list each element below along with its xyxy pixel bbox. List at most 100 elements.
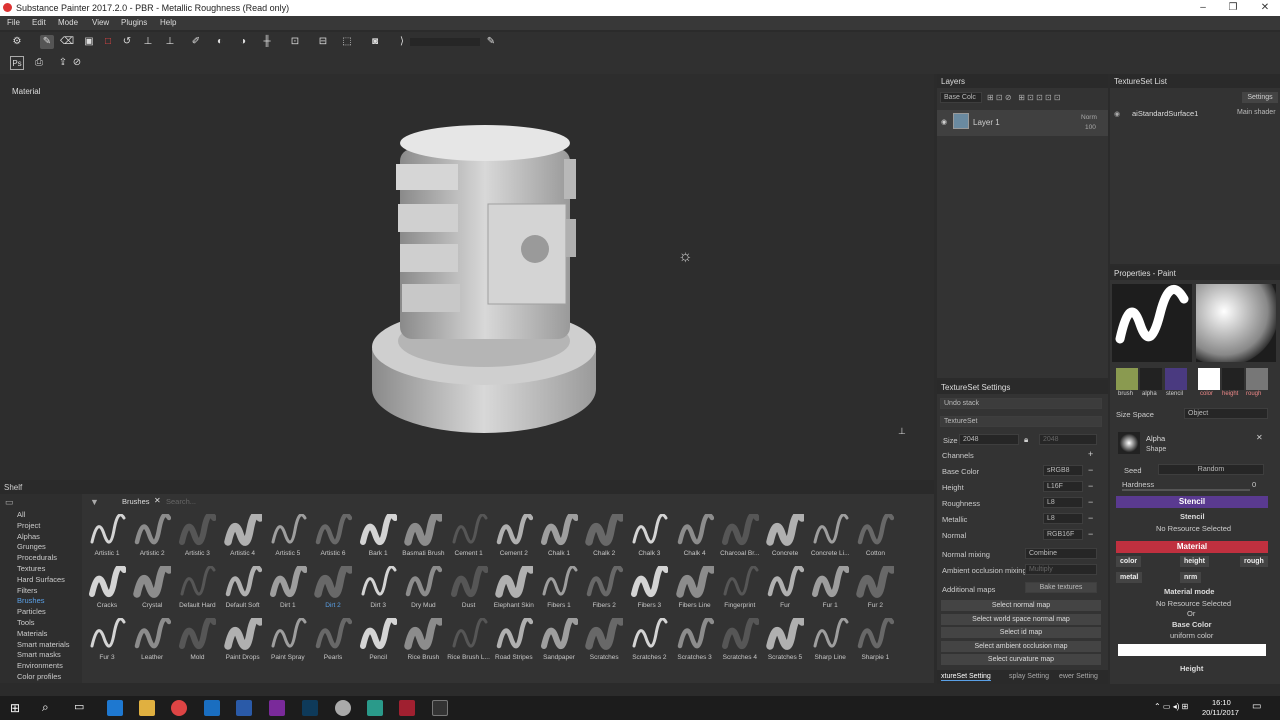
shelf-category-all[interactable]: All <box>17 510 25 519</box>
brush-item[interactable]: Dirt 3 <box>355 564 401 612</box>
brush-item[interactable]: Pearls <box>310 616 356 664</box>
height-tab[interactable]: height <box>1222 391 1238 397</box>
select-map-button[interactable]: Select curvature map <box>941 654 1101 665</box>
paint-brush-icon[interactable]: ✎ <box>40 35 54 49</box>
eyedropper-icon[interactable]: ✐ <box>189 35 203 49</box>
menu-file[interactable]: File <box>7 18 20 27</box>
filter-chip[interactable]: Brushes <box>122 497 150 506</box>
brush-item[interactable]: Artistic 4 <box>220 511 266 560</box>
shelf-search-input[interactable]: Search... <box>166 497 196 506</box>
bake-textures-button[interactable]: Bake textures <box>1025 582 1097 593</box>
eraser-icon[interactable]: ⌫ <box>60 35 74 49</box>
maximize-icon[interactable]: ❐ <box>1218 1 1248 15</box>
maya-icon[interactable] <box>367 700 383 716</box>
textureset-item[interactable]: aiStandardSurface1 <box>1132 109 1198 118</box>
polygon-fill-icon[interactable]: □ <box>101 35 115 49</box>
filter-icon[interactable]: ▼ <box>90 497 99 507</box>
size-space-dropdown[interactable]: Object <box>1184 408 1268 419</box>
viewport-3d[interactable]: Material ☼ ⊥ <box>0 74 934 480</box>
brush-item[interactable]: Cement 1 <box>446 512 492 560</box>
pen-icon[interactable]: ✎ <box>484 35 498 49</box>
minimize-icon[interactable]: – <box>1188 1 1218 15</box>
3d-model[interactable] <box>360 119 600 439</box>
render-icon[interactable]: ◙ <box>368 35 382 49</box>
rough-tab[interactable]: rough <box>1246 391 1261 397</box>
app-taskbar-icon[interactable] <box>335 700 351 716</box>
menu-help[interactable]: Help <box>160 18 176 27</box>
search-icon[interactable]: ⌕ <box>42 700 49 715</box>
select-map-button[interactable]: Select ambient occlusion map <box>941 640 1101 652</box>
select-map-button[interactable]: Select world space normal map <box>941 613 1101 625</box>
layer-row[interactable]: ◉ Layer 1 Norm 100 <box>937 110 1108 136</box>
alpha-tab-icon[interactable] <box>1140 368 1162 390</box>
shelf-category-smart-masks[interactable]: Smart masks <box>17 650 61 659</box>
brush-item[interactable]: Sharp Line <box>807 616 853 664</box>
shelf-category-particles[interactable]: Particles <box>17 607 46 616</box>
new-folder-icon[interactable]: ▭ <box>5 497 14 508</box>
brush-item[interactable]: Fibers 1 <box>536 564 582 612</box>
tab-display-settings[interactable]: splay Setting <box>1009 673 1049 680</box>
menu-view[interactable]: View <box>92 18 109 27</box>
brush-item[interactable]: Rice Brush <box>400 615 446 664</box>
view-icon[interactable]: ⊟ <box>316 35 330 49</box>
textureset-bar[interactable]: TextureSet <box>940 416 1102 427</box>
brush-item[interactable]: Crystal <box>129 563 175 612</box>
brush-item[interactable]: Pencil <box>355 616 401 664</box>
channel-format-dropdown[interactable]: L16F <box>1043 481 1083 492</box>
brush-item[interactable]: Scratches <box>581 615 627 664</box>
brush-item[interactable]: Concrete Li... <box>807 512 853 560</box>
stencil-tab-icon[interactable] <box>1165 368 1187 390</box>
notification-icon[interactable]: ▭ <box>1252 701 1261 712</box>
shelf-category-filters[interactable]: Filters <box>17 586 37 595</box>
clone-icon[interactable]: ⊥ <box>141 35 155 49</box>
brush-item[interactable]: Fur 1 <box>807 564 853 612</box>
menu-plugins[interactable]: Plugins <box>121 18 147 27</box>
brush-item[interactable]: Concrete <box>762 511 808 560</box>
brush-item[interactable]: Leather <box>129 616 175 664</box>
shelf-category-alphas[interactable]: Alphas <box>17 532 40 541</box>
outlook-icon[interactable] <box>204 700 220 716</box>
brush-item[interactable]: Fibers 2 <box>581 564 627 612</box>
hardness-value[interactable]: 0 <box>1252 480 1256 489</box>
photoshop-taskbar-icon[interactable] <box>302 700 318 716</box>
brush-item[interactable]: Basmati Brush <box>400 511 446 560</box>
shelf-category-brushes[interactable]: Brushes <box>17 596 45 605</box>
select-map-button[interactable]: Select normal map <box>941 600 1101 611</box>
shelf-category-hard-surfaces[interactable]: Hard Surfaces <box>17 575 65 584</box>
channel-format-dropdown[interactable]: L8 <box>1043 513 1083 524</box>
taskbar-date[interactable]: 20/11/2017 <box>1202 708 1239 717</box>
brush-item[interactable]: Artistic 1 <box>84 512 130 560</box>
shelf-category-procedurals[interactable]: Procedurals <box>17 553 57 562</box>
brush-item[interactable]: Fibers 3 <box>626 564 672 612</box>
shader-label[interactable]: Main shader <box>1237 109 1276 116</box>
menu-edit[interactable]: Edit <box>32 18 46 27</box>
toolbar-field[interactable] <box>410 38 480 46</box>
brush-item[interactable]: Fur 2 <box>852 563 898 612</box>
shelf-category-environments[interactable]: Environments <box>17 661 63 670</box>
word-icon[interactable] <box>236 700 252 716</box>
symmetry-icon[interactable]: ◐ <box>213 35 227 49</box>
brush-item[interactable]: Artistic 3 <box>174 512 220 560</box>
edge-icon[interactable] <box>107 700 123 716</box>
material-picker-icon[interactable]: ⊥ <box>163 35 177 49</box>
export-icon[interactable]: ⎙ <box>32 56 46 70</box>
channel-dropdown[interactable]: Base Colc <box>940 92 982 103</box>
brush-item[interactable]: Cement 2 <box>491 512 537 560</box>
shelf-category-project[interactable]: Project <box>17 521 40 530</box>
brush-item[interactable]: Fibers Line <box>672 563 718 612</box>
task-view-icon[interactable]: ▭ <box>74 700 84 713</box>
color-tab[interactable]: color <box>1200 391 1213 397</box>
brush-item[interactable]: Default Hard <box>174 564 220 612</box>
shelf-category-materials[interactable]: Materials <box>17 629 47 638</box>
layer-tools-icon[interactable]: ⊞ ⊡ ⊘ ⊞ ⊡ ⊡ ⊡ ⊡ <box>987 93 1061 102</box>
channel-format-dropdown[interactable]: sRGB8 <box>1043 465 1083 476</box>
brush-item[interactable]: Sandpaper <box>536 616 582 664</box>
material-section-header[interactable]: Material <box>1116 541 1268 553</box>
brush-item[interactable]: Dirt 2 <box>310 563 356 612</box>
brush-item[interactable]: Fur <box>762 564 808 612</box>
onenote-icon[interactable] <box>269 700 285 716</box>
remove-channel-icon[interactable]: − <box>1088 465 1093 475</box>
hardness-slider[interactable] <box>1122 489 1250 491</box>
brush-item[interactable]: Chalk 1 <box>536 512 582 560</box>
ao-mixing-dropdown[interactable]: Multiply <box>1025 564 1097 575</box>
